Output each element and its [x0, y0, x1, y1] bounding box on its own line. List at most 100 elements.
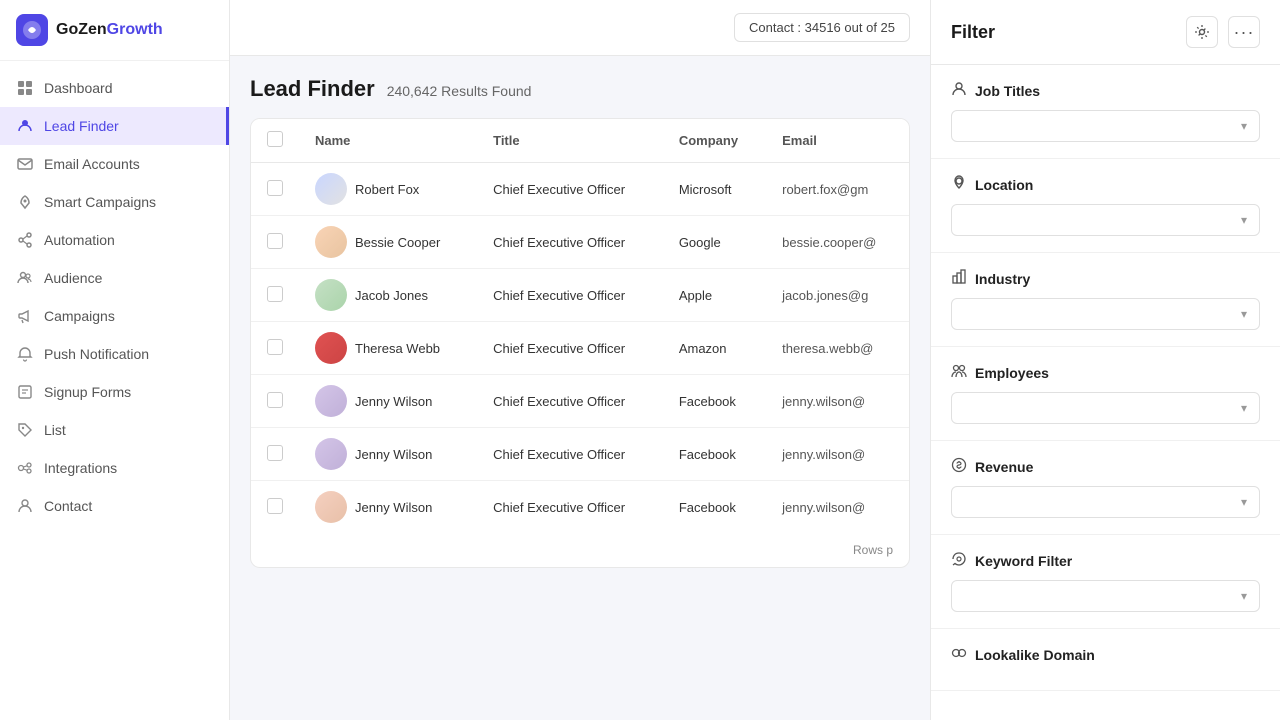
integrations-icon: [16, 459, 34, 477]
name-label: Theresa Webb: [355, 341, 440, 356]
job-titles-dropdown[interactable]: ▾: [951, 110, 1260, 142]
sidebar-item-lead-finder-label: Lead Finder: [44, 118, 119, 134]
sidebar-item-list[interactable]: List: [0, 411, 229, 449]
avatar: [315, 491, 347, 523]
select-all-header[interactable]: [251, 119, 299, 163]
users-icon: [16, 117, 34, 135]
row-name: Theresa Webb: [299, 322, 477, 375]
form-icon: [16, 383, 34, 401]
row-name: Robert Fox: [299, 163, 477, 216]
filter-section-employees-label: Employees: [975, 365, 1049, 381]
main-area: Contact : 34516 out of 25 Lead Finder 24…: [230, 0, 930, 720]
filter-section-location-header: Location: [951, 175, 1260, 194]
col-name: Name: [299, 119, 477, 163]
filter-section-keyword-header: Keyword Filter: [951, 551, 1260, 570]
sidebar-item-list-label: List: [44, 422, 66, 438]
keyword-dropdown[interactable]: ▾: [951, 580, 1260, 612]
row-email: robert.fox@gm: [766, 163, 909, 216]
email-icon: [16, 155, 34, 173]
sidebar-item-campaigns[interactable]: Campaigns: [0, 297, 229, 335]
table-row: Theresa Webb Chief Executive Officer Ama…: [251, 322, 909, 375]
industry-dropdown[interactable]: ▾: [951, 298, 1260, 330]
filter-section-job-titles-label: Job Titles: [975, 83, 1040, 99]
row-company: Apple: [663, 269, 766, 322]
sidebar-item-automation-label: Automation: [44, 232, 115, 248]
sidebar-item-automation[interactable]: Automation: [0, 221, 229, 259]
leads-table-container: Name Title Company Email Robert Fox Chie…: [250, 118, 910, 568]
sidebar-item-lead-finder[interactable]: Lead Finder: [0, 107, 229, 145]
row-name: Bessie Cooper: [299, 216, 477, 269]
sidebar-item-signup-forms[interactable]: Signup Forms: [0, 373, 229, 411]
row-checkbox[interactable]: [267, 339, 283, 355]
name-label: Jenny Wilson: [355, 394, 432, 409]
row-checkbox[interactable]: [267, 233, 283, 249]
filter-actions: ···: [1186, 16, 1260, 48]
row-email: bessie.cooper@: [766, 216, 909, 269]
row-email: jenny.wilson@: [766, 428, 909, 481]
sidebar-item-smart-campaigns-label: Smart Campaigns: [44, 194, 156, 210]
row-checkbox-cell[interactable]: [251, 481, 299, 534]
name-label: Jenny Wilson: [355, 500, 432, 515]
row-checkbox-cell[interactable]: [251, 375, 299, 428]
sidebar-item-dashboard-label: Dashboard: [44, 80, 113, 96]
header: Contact : 34516 out of 25: [230, 0, 930, 56]
leads-table: Name Title Company Email Robert Fox Chie…: [251, 119, 909, 533]
filter-more-button[interactable]: ···: [1228, 16, 1260, 48]
industry-icon: [951, 269, 967, 288]
results-count: 240,642 Results Found: [387, 83, 532, 99]
keyword-icon: [951, 551, 967, 570]
col-title: Title: [477, 119, 663, 163]
audience-icon: [16, 269, 34, 287]
sidebar-item-smart-campaigns[interactable]: Smart Campaigns: [0, 183, 229, 221]
row-checkbox[interactable]: [267, 180, 283, 196]
avatar: [315, 438, 347, 470]
row-checkbox[interactable]: [267, 498, 283, 514]
table-row: Jenny Wilson Chief Executive Officer Fac…: [251, 481, 909, 534]
filter-gear-button[interactable]: [1186, 16, 1218, 48]
table-row: Jenny Wilson Chief Executive Officer Fac…: [251, 375, 909, 428]
name-label: Robert Fox: [355, 182, 419, 197]
sidebar-item-dashboard[interactable]: Dashboard: [0, 69, 229, 107]
row-checkbox[interactable]: [267, 286, 283, 302]
page-header: Lead Finder 240,642 Results Found: [250, 76, 910, 102]
sidebar-item-signup-forms-label: Signup Forms: [44, 384, 131, 400]
row-checkbox-cell[interactable]: [251, 322, 299, 375]
row-checkbox[interactable]: [267, 392, 283, 408]
filter-section-industry-header: Industry: [951, 269, 1260, 288]
filter-section-industry: Industry ▾: [931, 253, 1280, 347]
row-checkbox-cell[interactable]: [251, 269, 299, 322]
row-checkbox-cell[interactable]: [251, 428, 299, 481]
row-company: Amazon: [663, 322, 766, 375]
logo-text: GoZenGrowth: [56, 21, 163, 39]
sidebar-item-push-notification[interactable]: Push Notification: [0, 335, 229, 373]
revenue-dropdown[interactable]: ▾: [951, 486, 1260, 518]
table-row: Jenny Wilson Chief Executive Officer Fac…: [251, 428, 909, 481]
sidebar-item-integrations[interactable]: Integrations: [0, 449, 229, 487]
sidebar-item-contact[interactable]: Contact: [0, 487, 229, 525]
select-all-checkbox[interactable]: [267, 131, 283, 147]
row-checkbox-cell[interactable]: [251, 216, 299, 269]
sidebar-item-contact-label: Contact: [44, 498, 92, 514]
chevron-down-icon: ▾: [1241, 495, 1247, 509]
row-title: Chief Executive Officer: [477, 481, 663, 534]
location-dropdown[interactable]: ▾: [951, 204, 1260, 236]
employees-dropdown[interactable]: ▾: [951, 392, 1260, 424]
row-checkbox-cell[interactable]: [251, 163, 299, 216]
table-row: Robert Fox Chief Executive Officer Micro…: [251, 163, 909, 216]
sidebar-item-campaigns-label: Campaigns: [44, 308, 115, 324]
megaphone-icon: [16, 307, 34, 325]
row-email: theresa.webb@: [766, 322, 909, 375]
sidebar-item-audience[interactable]: Audience: [0, 259, 229, 297]
row-company: Facebook: [663, 375, 766, 428]
sidebar-nav: Dashboard Lead Finder Email Accounts Sma…: [0, 61, 229, 720]
row-checkbox[interactable]: [267, 445, 283, 461]
filter-section-lookalike: Lookalike Domain: [931, 629, 1280, 691]
rocket-icon: [16, 193, 34, 211]
logo-icon: [16, 14, 48, 46]
chevron-down-icon: ▾: [1241, 307, 1247, 321]
row-company: Facebook: [663, 428, 766, 481]
chevron-down-icon: ▾: [1241, 589, 1247, 603]
sidebar-item-email-accounts[interactable]: Email Accounts: [0, 145, 229, 183]
col-email: Email: [766, 119, 909, 163]
row-title: Chief Executive Officer: [477, 375, 663, 428]
